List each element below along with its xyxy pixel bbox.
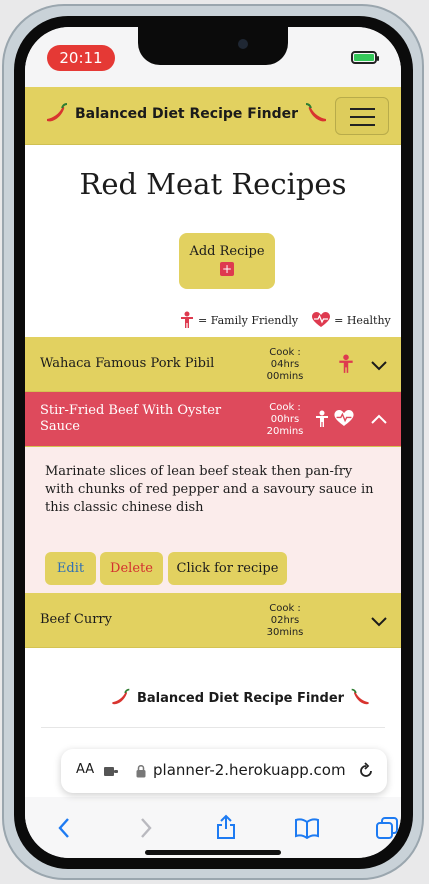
family-friendly-icon [339, 354, 353, 373]
phone-screen: 20:11 Balanced Diet Recipe Finder Red Me… [25, 27, 401, 858]
status-time: 20:11 [47, 45, 115, 71]
heart-pulse-icon [334, 410, 354, 426]
recipe-title: Beef Curry [40, 612, 112, 627]
phone-bezel: 20:11 Balanced Diet Recipe Finder Red Me… [14, 16, 413, 869]
family-friendly-icon [181, 311, 193, 328]
recipe-title: Wahaca Famous Pork Pibil [40, 356, 215, 371]
address-bar[interactable]: AA planner-2.herokuapp.com [61, 749, 387, 793]
chili-pepper-icon [47, 103, 68, 122]
text-size-button[interactable]: AA [76, 762, 94, 777]
camera-notch [138, 27, 288, 65]
page-title: Red Meat Recipes [79, 167, 347, 201]
recipe-item-header[interactable]: Beef Curry Cook : 02hrs 30mins [25, 593, 401, 648]
delete-button[interactable]: Delete [100, 552, 163, 585]
chevron-down-icon[interactable] [371, 357, 387, 373]
click-for-recipe-button[interactable]: Click for recipe [168, 552, 287, 585]
recipe-description: Marinate slices of lean beef steak then … [45, 464, 374, 515]
recipe-detail-panel: Marinate slices of lean beef steak then … [25, 447, 401, 593]
legend-healthy: = Healthy [334, 313, 391, 327]
add-recipe-button[interactable]: Add Recipe + [179, 233, 275, 289]
plus-icon: + [220, 262, 234, 276]
browser-toolbar [25, 797, 401, 858]
camera-icon [238, 39, 248, 49]
legend-family-friendly: = Family Friendly [198, 313, 299, 327]
recipe-item-header[interactable]: Stir-Fried Beef With Oyster Sauce Cook :… [25, 392, 401, 447]
legend: = Family Friendly = Healthy [180, 311, 391, 329]
recipe-accordion: Wahaca Famous Pork Pibil Cook : 04hrs 00… [25, 337, 401, 648]
lock-icon [136, 765, 146, 778]
footer-brand-text: Balanced Diet Recipe Finder [137, 690, 345, 706]
family-friendly-icon [316, 410, 328, 427]
bookmarks-icon[interactable] [294, 817, 320, 839]
cook-time: Cook : 02hrs 30mins [266, 603, 304, 638]
url-text[interactable]: planner-2.herokuapp.com [153, 761, 346, 779]
cook-time: Cook : 04hrs 00mins [266, 347, 304, 382]
hamburger-menu-icon [350, 108, 375, 110]
tabs-icon[interactable] [375, 816, 399, 840]
extension-icon[interactable] [103, 764, 119, 778]
chevron-down-icon[interactable] [371, 613, 387, 629]
phone-frame: 20:11 Balanced Diet Recipe Finder Red Me… [2, 4, 424, 880]
home-indicator [145, 850, 281, 855]
reload-icon[interactable] [357, 762, 375, 780]
cook-time: Cook : 00hrs 20mins [266, 402, 304, 437]
navbar: Balanced Diet Recipe Finder [25, 87, 401, 145]
status-bar: 20:11 [25, 27, 401, 87]
hamburger-menu-button[interactable] [335, 97, 389, 135]
edit-button[interactable]: Edit [45, 552, 96, 585]
share-icon[interactable] [215, 814, 237, 840]
battery-icon [351, 51, 379, 64]
chevron-up-icon[interactable] [371, 412, 387, 428]
recipe-title: Stir-Fried Beef With Oyster Sauce [40, 403, 222, 434]
recipe-item-header[interactable]: Wahaca Famous Pork Pibil Cook : 04hrs 00… [25, 337, 401, 392]
footer-brand[interactable]: Balanced Diet Recipe Finder [109, 687, 372, 709]
chili-pepper-icon [112, 688, 130, 705]
navbar-brand[interactable]: Balanced Diet Recipe Finder [43, 101, 330, 127]
navbar-brand-text: Balanced Diet Recipe Finder [75, 106, 299, 122]
heart-pulse-icon [312, 312, 331, 327]
forward-arrow-icon[interactable] [139, 817, 153, 839]
chili-pepper-icon [351, 688, 369, 705]
footer-divider [41, 727, 385, 728]
chili-pepper-icon [305, 103, 327, 122]
back-arrow-icon[interactable] [57, 817, 71, 839]
add-recipe-label: Add Recipe [189, 244, 265, 259]
